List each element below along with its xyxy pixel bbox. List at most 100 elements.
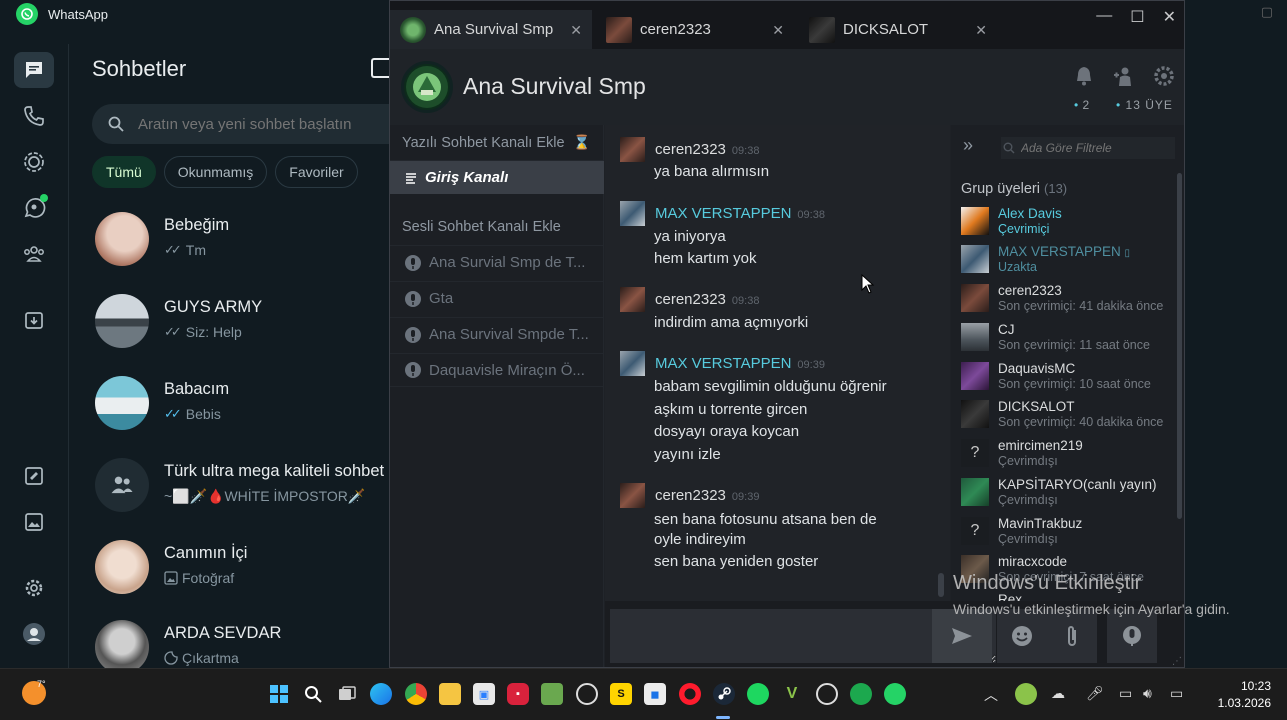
restore-icon[interactable]: ▢	[1261, 4, 1273, 20]
tab-ceren2323[interactable]: ceren2323 ✕	[596, 10, 794, 49]
channels-icon[interactable]	[14, 190, 54, 226]
member-item[interactable]: ? MavinTrakbuz Çevrimdışı	[961, 515, 1184, 553]
minecraft-icon[interactable]	[541, 683, 563, 705]
member-item[interactable]: KAPSİTARYO(canlı yayın) Çevrimdışı	[961, 476, 1184, 514]
archive-icon[interactable]	[14, 302, 54, 338]
message-author[interactable]: ceren2323 09:39	[655, 487, 759, 504]
invite-friend-icon[interactable]	[1113, 65, 1135, 87]
member-item[interactable]: CJ Son çevrimiçi: 11 saat önce	[961, 321, 1184, 359]
chat-name: Bebeğim	[164, 216, 230, 234]
steam-icon[interactable]	[713, 683, 735, 705]
chats-icon[interactable]	[14, 52, 54, 88]
voice-channel-item[interactable]: Daquavisle Miraçın Ö...	[390, 353, 604, 387]
filter-chip-all[interactable]: Tümü	[92, 156, 156, 188]
roblox-icon[interactable]: ▪	[507, 683, 529, 705]
message-author[interactable]: MAX VERSTAPPEN 09:38	[655, 205, 825, 222]
member-item[interactable]: DICKSALOT Son çevrimiçi: 40 dakika önce	[961, 398, 1184, 436]
calls-icon[interactable]	[14, 98, 54, 134]
store-icon[interactable]: ▣	[473, 683, 495, 705]
media-icon[interactable]	[14, 504, 54, 540]
new-chat-icon[interactable]	[371, 58, 391, 78]
task-view-icon[interactable]	[336, 683, 358, 705]
chat-item[interactable]: Canımın İçi Fotoğraf	[69, 528, 391, 608]
volume-icon[interactable]: 🔊︎	[1143, 685, 1152, 702]
settings-icon[interactable]	[14, 570, 54, 606]
avatar[interactable]	[620, 483, 645, 508]
edge-icon[interactable]	[370, 683, 392, 705]
close-icon[interactable]: ✕	[975, 22, 987, 39]
vim-icon[interactable]: V	[781, 683, 803, 705]
minimize-icon[interactable]: —	[1096, 7, 1112, 27]
add-text-channel[interactable]: Yazılı Sohbet Kanalı Ekle	[402, 135, 565, 151]
message-time: 09:38	[731, 145, 760, 157]
chat-item[interactable]: Bebeğim ✓✓ Tm	[69, 200, 391, 280]
tab-label: DICKSALOT	[843, 21, 929, 38]
message-author[interactable]: MAX VERSTAPPEN 09:39	[655, 355, 825, 372]
search-input[interactable]	[138, 115, 398, 133]
member-item[interactable]: MAX VERSTAPPEN ▯ Uzakta	[961, 243, 1184, 281]
filter-chip-favorites[interactable]: Favoriler	[275, 156, 358, 188]
communities-icon[interactable]	[14, 236, 54, 272]
member-list-scrollbar[interactable]	[1177, 173, 1182, 519]
close-window-icon[interactable]: ✕	[1163, 7, 1176, 27]
voice-channel-item[interactable]: Ana Survial Smp de T...	[390, 245, 604, 279]
avatar[interactable]	[620, 201, 645, 226]
group-avatar[interactable]	[401, 61, 453, 113]
chat-preview: ✓✓ Siz: Help	[164, 324, 242, 340]
starred-icon[interactable]	[14, 458, 54, 494]
app-icon[interactable]	[576, 683, 598, 705]
search-box[interactable]	[92, 104, 412, 144]
network-icon[interactable]: ▭	[1119, 685, 1132, 702]
close-icon[interactable]: ✕	[570, 22, 582, 39]
maximize-icon[interactable]: ☐	[1130, 7, 1144, 27]
add-voice-channel[interactable]: Sesli Sohbet Kanalı Ekle	[402, 219, 561, 235]
battery-icon[interactable]: ▭	[1170, 685, 1183, 702]
filter-chip-unread[interactable]: Okunmamış	[163, 156, 268, 188]
member-item[interactable]: ceren2323 Son çevrimiçi: 41 dakika önce	[961, 282, 1184, 320]
clock[interactable]: 10:23 1.03.2026	[1218, 678, 1271, 712]
opera-icon[interactable]	[679, 683, 701, 705]
chat-item[interactable]: Babacım ✓✓ Bebis	[69, 364, 391, 444]
message-author[interactable]: ceren2323 09:38	[655, 141, 759, 158]
app-s-icon[interactable]: S	[610, 683, 632, 705]
voice-channel-item[interactable]: Ana Survival Smpde T...	[390, 317, 604, 351]
microphone-tray-icon[interactable]: 🎤︎	[1086, 685, 1104, 702]
status-icon[interactable]	[14, 144, 54, 180]
start-icon[interactable]	[268, 683, 290, 705]
voice-channel-item[interactable]: Gta	[390, 281, 604, 315]
app-window-icon[interactable]: ◼	[644, 683, 666, 705]
chat-item[interactable]: GUYS ARMY ✓✓ Siz: Help	[69, 282, 391, 362]
channel-label: Ana Survial Smp de T...	[429, 254, 586, 271]
avatar[interactable]	[620, 351, 645, 376]
spotify-icon[interactable]	[747, 683, 769, 705]
member-filter[interactable]	[1001, 137, 1175, 159]
profile-icon[interactable]	[14, 616, 54, 652]
tray-chevron-icon[interactable]: ︿	[984, 685, 998, 705]
obs-icon[interactable]	[816, 683, 838, 705]
avatar[interactable]	[620, 287, 645, 312]
chrome-icon[interactable]	[405, 683, 427, 705]
notification-bell-icon[interactable]	[1073, 65, 1095, 87]
tab-label: ceren2323	[640, 21, 711, 38]
search-icon[interactable]	[302, 683, 324, 705]
member-filter-input[interactable]	[1021, 141, 1171, 155]
close-icon[interactable]: ✕	[772, 22, 784, 39]
tab-dicksalot[interactable]: DICKSALOT ✕	[799, 10, 997, 49]
onedrive-icon[interactable]: ☁	[1051, 685, 1065, 702]
member-item[interactable]: ? emircimen219 Çevrimdışı	[961, 437, 1184, 475]
settings-gear-icon[interactable]	[1153, 65, 1175, 87]
message-scrollbar[interactable]	[938, 573, 944, 597]
resize-grip-icon[interactable]: ⋰	[1172, 656, 1182, 667]
message-author[interactable]: ceren2323 09:38	[655, 291, 759, 308]
member-item[interactable]: Alex Davis Çevrimiçi	[961, 205, 1184, 243]
collapse-members-icon[interactable]: »	[963, 135, 973, 156]
file-explorer-icon[interactable]	[439, 683, 461, 705]
chat-item[interactable]: Türk ultra mega kaliteli sohbet ~⬜🗡️🩸WHİ…	[69, 446, 391, 526]
avatar[interactable]	[620, 137, 645, 162]
whatsapp-taskbar-icon[interactable]	[884, 683, 906, 705]
member-item[interactable]: DaquavisMC Son çevrimiçi: 10 saat önce	[961, 360, 1184, 398]
tray-app-icon[interactable]	[1015, 683, 1037, 705]
channel-giris-kanali[interactable]: Giriş Kanalı	[390, 160, 604, 194]
xbox-icon[interactable]	[850, 683, 872, 705]
tab-ana-survival-smp[interactable]: Ana Survival Smp ✕	[390, 10, 592, 49]
